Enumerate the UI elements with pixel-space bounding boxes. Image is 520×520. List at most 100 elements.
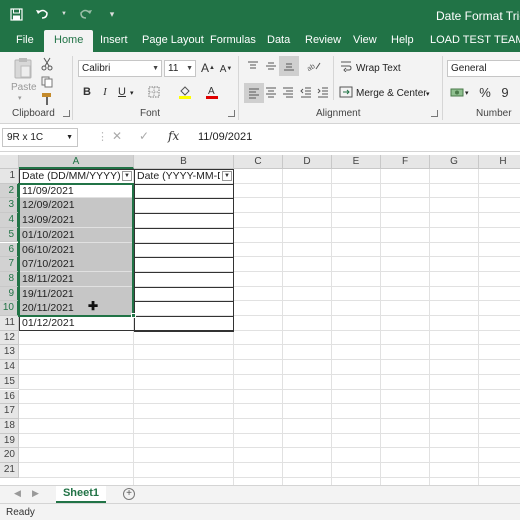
- font-size-combo[interactable]: 11 ▼: [164, 60, 196, 77]
- underline-button[interactable]: U: [113, 83, 131, 101]
- table-cell[interactable]: 20/11/2021: [19, 301, 134, 316]
- currency-icon[interactable]: [448, 83, 466, 101]
- merge-center-icon[interactable]: [337, 83, 355, 101]
- tab-home[interactable]: Home: [44, 30, 94, 54]
- worksheet-grid[interactable]: A B C D E F G H 1 2 3 4 5 6 7 8 9 10 11 12 13 14 15 16 17 18 19 20 2…: [0, 155, 520, 485]
- column-header-b[interactable]: B: [134, 155, 234, 169]
- row-header-19[interactable]: 19: [0, 433, 19, 449]
- row-header-13[interactable]: 13: [0, 345, 19, 361]
- row-header-10[interactable]: 10: [0, 301, 19, 316]
- undo-dropdown-icon[interactable]: ▼: [60, 6, 68, 22]
- comma-style-button[interactable]: 9: [496, 83, 514, 101]
- filter-dropdown-icon[interactable]: ▼: [222, 171, 232, 181]
- row-header-12[interactable]: 12: [0, 330, 19, 346]
- align-center-icon[interactable]: [262, 83, 280, 101]
- tab-insert[interactable]: Insert: [98, 30, 130, 52]
- table-cell[interactable]: 01/10/2021: [19, 227, 134, 242]
- table-cell[interactable]: 11/09/2021: [19, 184, 134, 198]
- row-header-5[interactable]: 5: [0, 227, 19, 243]
- insert-function-button[interactable]: fx: [168, 129, 179, 143]
- font-launcher-icon[interactable]: [228, 110, 235, 117]
- row-header-21[interactable]: 21: [0, 463, 19, 478]
- align-bottom-icon[interactable]: [279, 56, 299, 76]
- align-middle-icon[interactable]: [262, 57, 280, 75]
- table-header-cell[interactable]: Date (DD/MM/YYYY): [19, 169, 120, 184]
- borders-icon[interactable]: [145, 83, 163, 101]
- cancel-formula-button[interactable]: ✕: [112, 129, 122, 143]
- paste-label[interactable]: Paste: [11, 82, 37, 93]
- save-icon[interactable]: [8, 6, 24, 22]
- tab-help[interactable]: Help: [389, 30, 416, 52]
- tab-data[interactable]: Data: [265, 30, 292, 52]
- row-header-17[interactable]: 17: [0, 404, 19, 419]
- table-header-cell[interactable]: Date (YYYY-MM-DD): [134, 169, 220, 184]
- column-header-g[interactable]: G: [430, 155, 479, 169]
- formula-input[interactable]: 11/09/2021: [198, 131, 252, 143]
- customize-icon[interactable]: ▾: [104, 6, 120, 22]
- grow-font-button[interactable]: A ▲: [199, 59, 217, 77]
- add-sheet-button[interactable]: +: [123, 488, 135, 500]
- tab-team[interactable]: TEAM: [492, 30, 520, 52]
- decrease-indent-icon[interactable]: [297, 83, 315, 101]
- wrap-text-icon[interactable]: [337, 57, 355, 75]
- row-header-7[interactable]: 7: [0, 257, 19, 272]
- align-right-icon[interactable]: [279, 83, 297, 101]
- shrink-font-button[interactable]: A ▼: [217, 60, 235, 78]
- table-cell[interactable]: 12/09/2021: [19, 198, 134, 213]
- merge-dropdown-icon[interactable]: ▾: [426, 90, 430, 98]
- filter-dropdown-icon[interactable]: ▼: [122, 171, 132, 181]
- format-painter-icon[interactable]: [38, 90, 56, 108]
- row-header-3[interactable]: 3: [0, 198, 19, 214]
- tab-load-test[interactable]: LOAD TEST: [428, 30, 493, 52]
- row-header-11[interactable]: 11: [0, 316, 19, 331]
- copy-icon[interactable]: [38, 73, 56, 91]
- table-cell[interactable]: 01/12/2021: [19, 316, 134, 330]
- wrap-text-button[interactable]: Wrap Text: [356, 63, 401, 74]
- row-header-6[interactable]: 6: [0, 242, 19, 258]
- font-color-icon[interactable]: A: [203, 83, 221, 101]
- table-cell[interactable]: 18/11/2021: [19, 271, 134, 287]
- font-name-combo[interactable]: Calibri ▼: [78, 60, 162, 77]
- percent-button[interactable]: %: [476, 83, 494, 101]
- paste-icon[interactable]: [12, 56, 34, 80]
- table-cell[interactable]: 13/09/2021: [19, 213, 134, 228]
- next-sheet-icon[interactable]: ▶: [32, 488, 39, 499]
- row-header-2[interactable]: 2: [0, 183, 19, 199]
- paste-dropdown-icon[interactable]: ▾: [18, 94, 22, 102]
- row-header-18[interactable]: 18: [0, 418, 19, 434]
- column-header-a[interactable]: A: [19, 155, 134, 169]
- underline-dropdown-icon[interactable]: ▾: [130, 89, 134, 97]
- align-left-icon[interactable]: [244, 83, 264, 103]
- tab-file[interactable]: File: [14, 30, 36, 52]
- name-box[interactable]: 9R x 1C ▼: [2, 128, 78, 147]
- align-top-icon[interactable]: [244, 57, 262, 75]
- row-header-16[interactable]: 16: [0, 389, 19, 405]
- row-header-15[interactable]: 15: [0, 374, 19, 390]
- italic-button[interactable]: I: [96, 83, 114, 101]
- select-all-button[interactable]: [0, 155, 19, 169]
- cut-icon[interactable]: [38, 55, 56, 73]
- tab-view[interactable]: View: [351, 30, 379, 52]
- row-header-14[interactable]: 14: [0, 360, 19, 375]
- merge-center-button[interactable]: Merge & Center: [356, 88, 427, 99]
- column-header-h[interactable]: H: [479, 155, 520, 169]
- row-header-1[interactable]: 1: [0, 169, 19, 184]
- sheet-tab-sheet1[interactable]: Sheet1: [56, 486, 106, 503]
- tab-page-layout[interactable]: Page Layout: [140, 30, 206, 52]
- row-header-9[interactable]: 9: [0, 286, 19, 302]
- redo-icon[interactable]: [78, 6, 94, 22]
- fill-color-icon[interactable]: [176, 83, 194, 101]
- row-header-20[interactable]: 20: [0, 448, 19, 463]
- row-header-8[interactable]: 8: [0, 271, 19, 287]
- alignment-launcher-icon[interactable]: [431, 110, 438, 117]
- row-header-4[interactable]: 4: [0, 213, 19, 228]
- currency-dropdown-icon[interactable]: ▾: [465, 89, 469, 97]
- undo-icon[interactable]: [34, 6, 50, 22]
- increase-indent-icon[interactable]: [314, 83, 332, 101]
- orientation-icon[interactable]: ab: [305, 57, 323, 75]
- table-cell[interactable]: 07/10/2021: [19, 257, 134, 272]
- tab-formulas[interactable]: Formulas: [208, 30, 258, 52]
- column-header-d[interactable]: D: [283, 155, 332, 169]
- table-cell[interactable]: 19/11/2021: [19, 286, 134, 301]
- bold-button[interactable]: B: [78, 83, 96, 101]
